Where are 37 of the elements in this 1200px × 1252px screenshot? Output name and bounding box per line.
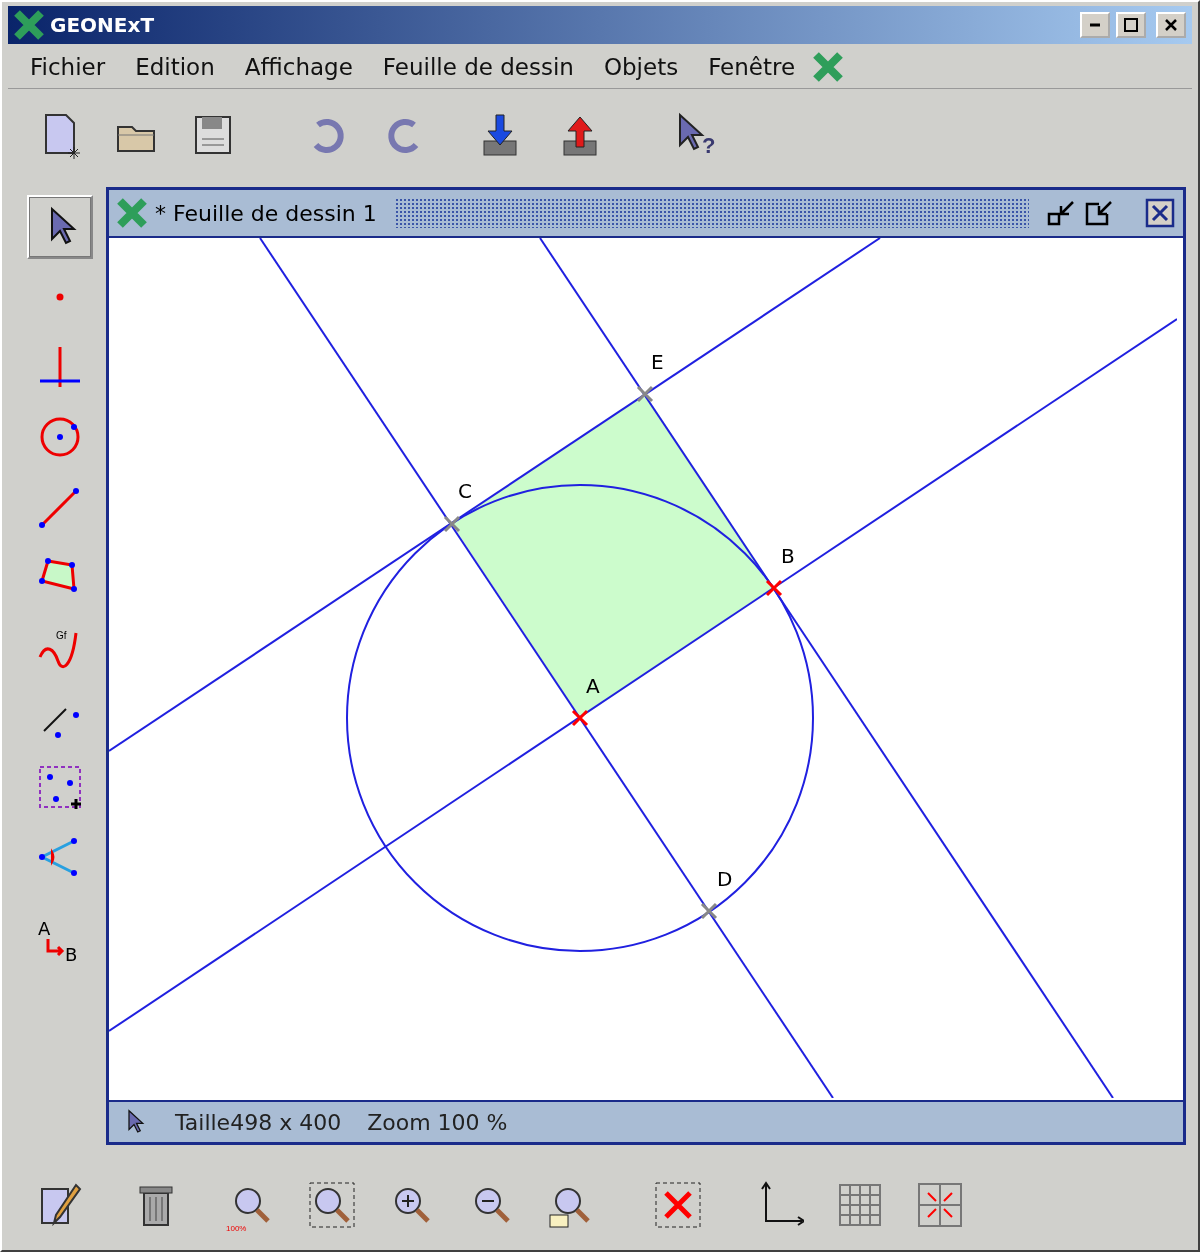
menu-item[interactable]: Feuille de dessin — [370, 52, 586, 82]
minimize-button[interactable] — [1080, 12, 1110, 38]
maximize-button[interactable] — [1116, 12, 1146, 38]
minimize-sheet-icon[interactable] — [1047, 198, 1077, 228]
menu-item[interactable]: Affichage — [232, 52, 365, 82]
pointer-tool[interactable] — [27, 195, 93, 259]
size-readout: Taille498 x 400 — [175, 1109, 342, 1135]
maximize-icon — [1124, 18, 1138, 32]
magnifier-frame-icon — [308, 1181, 356, 1229]
close-sheet-icon[interactable] — [1145, 198, 1175, 228]
center-arrows-icon — [916, 1181, 964, 1229]
point-label: E — [651, 350, 664, 374]
point-label: D — [717, 867, 733, 891]
app-logo-icon — [14, 10, 44, 40]
transform-tool[interactable]: A B — [27, 909, 93, 973]
point-icon — [56, 293, 64, 301]
menu-item[interactable]: Fenêtre — [696, 52, 808, 82]
window-title: GEONExT — [50, 13, 156, 37]
cross-frame-icon — [654, 1181, 702, 1229]
sheet-title: * Feuille de dessin 1 — [155, 200, 377, 226]
menu-item[interactable]: Edition — [123, 52, 227, 82]
close-button[interactable] — [1156, 12, 1186, 38]
point-label: A — [586, 674, 600, 698]
menu-item[interactable]: Objets — [591, 52, 691, 82]
point-label: B — [781, 544, 795, 568]
point-group-icon — [36, 763, 84, 811]
menu-item[interactable]: Fichier — [18, 52, 118, 82]
app-logo-icon — [117, 198, 147, 228]
minimize-icon — [1090, 23, 1100, 27]
grid-icon — [836, 1181, 884, 1229]
zoom-readout: Zoom 100 % — [367, 1109, 508, 1135]
close-icon — [1165, 19, 1177, 31]
zoom-percent-label: 100% — [226, 1224, 247, 1233]
function-graph-tool[interactable]: Gf — [27, 615, 93, 679]
restore-sheet-icon[interactable] — [1085, 198, 1115, 228]
point-label: C — [458, 479, 472, 503]
app-logo-icon — [813, 52, 844, 82]
